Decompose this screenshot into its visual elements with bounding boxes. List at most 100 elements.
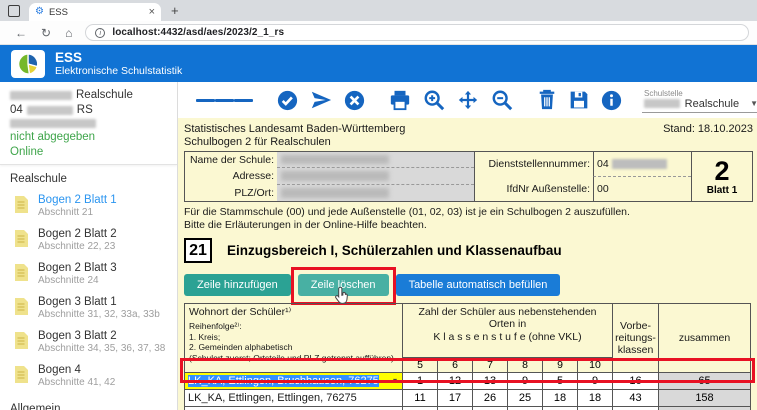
tab-close-icon[interactable]: ×: [149, 6, 155, 18]
value-cell[interactable]: 43: [613, 390, 659, 407]
value-cell[interactable]: 4: [438, 407, 473, 410]
schulstelle-select[interactable]: Schulstelle Realschule ▼: [642, 88, 757, 113]
school-info-panel: Realschule 04RS nicht abgegeben Online: [0, 82, 177, 165]
reload-icon[interactable]: ↻: [41, 26, 51, 40]
ort-cell-selected[interactable]: LK_KA, Ettlingen, Bruchhausen, 76275▾: [185, 373, 403, 390]
value-cell[interactable]: 25: [508, 390, 543, 407]
document-icon: [14, 298, 28, 315]
address-field[interactable]: [277, 168, 474, 184]
ifdnr-field[interactable]: 00: [593, 177, 691, 202]
dienststellennummer-field[interactable]: 04: [593, 152, 691, 177]
grade-col-7: 7: [473, 358, 508, 373]
value-cell[interactable]: 16: [613, 373, 659, 390]
sidebar-section-realschule: Realschule: [0, 165, 177, 191]
document-icon: [14, 196, 28, 213]
sidebar-item-bogen-2-blatt-1[interactable]: Bogen 2 Blatt 1Abschnitt 21: [0, 191, 177, 225]
cancel-icon[interactable]: [344, 90, 365, 111]
zoom-out-icon[interactable]: [491, 89, 513, 111]
agency-line1: Statistisches Landesamt Baden-Württember…: [184, 123, 405, 136]
value-cell[interactable]: 9: [578, 373, 613, 390]
vkl-line: Vorbe-: [615, 320, 656, 332]
browser-tab[interactable]: ⚙ ESS ×: [29, 3, 161, 21]
order-line: Reihenfolge²⁾:: [189, 322, 398, 332]
redacted-schulstelle: [644, 99, 680, 108]
sidebar-section-allgemein: Allgemein: [0, 395, 177, 410]
value-cell[interactable]: 17: [438, 390, 473, 407]
value-cell[interactable]: 18: [578, 390, 613, 407]
value-cell[interactable]: 11: [403, 390, 438, 407]
sidebar-item-bogen-3-blatt-2[interactable]: Bogen 3 Blatt 2Abschnitte 34, 35, 36, 37…: [0, 327, 177, 361]
tab-actions-icon[interactable]: [8, 5, 20, 17]
dienststellennummer-label: Dienststellennummer:: [475, 158, 593, 170]
info-icon[interactable]: [601, 90, 622, 111]
sum-cell: 29: [659, 407, 751, 410]
grade-col-8: 8: [508, 358, 543, 373]
value-cell[interactable]: 2: [543, 407, 578, 410]
move-icon[interactable]: [457, 89, 479, 111]
ort-cell[interactable]: LK_KA, Ettlingen, Ettlingen, 76275: [185, 390, 403, 407]
back-icon[interactable]: ←: [15, 26, 27, 40]
chevron-down-icon: ▼: [750, 99, 757, 108]
value-cell[interactable]: 1: [403, 373, 438, 390]
table-row: LK_KA, Ettlingen, Bruchhausen, 76275▾ 1 …: [185, 373, 751, 390]
delete-row-button[interactable]: Zeile löschen: [298, 274, 389, 296]
school-name-label: Name der Schule:: [185, 154, 277, 166]
browser-tab-strip: ⚙ ESS × +: [0, 0, 757, 21]
school-name-field[interactable]: [277, 152, 474, 168]
nav-subtitle: Abschnitte 34, 35, 36, 37, 38: [38, 343, 165, 355]
home-icon[interactable]: ⌂: [65, 26, 72, 40]
value-cell[interactable]: 9: [508, 373, 543, 390]
tab-title: ESS: [49, 7, 149, 18]
autofill-table-button[interactable]: Tabelle automatisch befüllen: [396, 274, 561, 296]
zoom-in-icon[interactable]: [423, 89, 445, 111]
delete-icon[interactable]: [537, 89, 557, 111]
plz-field[interactable]: [277, 185, 474, 201]
value-cell[interactable]: 4: [403, 407, 438, 410]
save-icon[interactable]: [569, 90, 589, 110]
wohnort-header: Wohnort der Schüler¹⁾ Reihenfolge²⁾: 1. …: [185, 304, 403, 373]
value-cell[interactable]: 12: [438, 373, 473, 390]
nav-subtitle: Abschnitt 21: [38, 207, 117, 219]
new-tab-button[interactable]: +: [171, 3, 179, 18]
value-cell[interactable]: 8: [613, 407, 659, 410]
nav-subtitle: Abschnitte 24: [38, 275, 117, 287]
browser-address-bar: ← ↻ ⌂ i localhost:4432/asd/aes/2023/2_1_…: [0, 21, 757, 45]
value-cell[interactable]: 4: [473, 407, 508, 410]
value-cell[interactable]: 3: [578, 407, 613, 410]
schulstelle-value: Realschule: [685, 98, 739, 110]
send-icon[interactable]: [310, 89, 332, 111]
value-cell[interactable]: 18: [543, 390, 578, 407]
ort-cell[interactable]: LK_KA, Ettlingen, Ettlingenweier, 76275: [185, 407, 403, 410]
vorbereitungsklassen-header: Vorbe- reitungs- klassen: [613, 304, 659, 373]
document-icon: [14, 366, 28, 383]
sidebar-item-bogen-4[interactable]: Bogen 4Abschnitte 41, 42: [0, 361, 177, 395]
sidebar-item-bogen-2-blatt-3[interactable]: Bogen 2 Blatt 3Abschnitte 24: [0, 259, 177, 293]
value-cell[interactable]: 26: [473, 390, 508, 407]
favicon-gear-icon: ⚙: [35, 7, 44, 17]
stand-date: Stand: 18.10.2023: [663, 123, 753, 148]
section-title: Einzugsbereich I, Schülerzahlen und Klas…: [227, 243, 562, 258]
site-info-icon[interactable]: i: [95, 28, 105, 38]
dropdown-caret-icon[interactable]: ▾: [393, 376, 397, 385]
menu-icon[interactable]: [196, 96, 253, 105]
value-cell[interactable]: 5: [543, 373, 578, 390]
nav-title: Bogen 4: [38, 364, 115, 377]
print-icon[interactable]: [389, 89, 411, 111]
add-row-button[interactable]: Zeile hinzufügen: [184, 274, 291, 296]
value-cell[interactable]: 4: [508, 407, 543, 410]
sidebar-item-bogen-2-blatt-2[interactable]: Bogen 2 Blatt 2Abschnitte 22, 23: [0, 225, 177, 259]
value-cell[interactable]: 13: [473, 373, 508, 390]
ifdnr-value: 00: [597, 183, 609, 195]
url-field[interactable]: i localhost:4432/asd/aes/2023/2_1_rs: [85, 24, 749, 41]
confirm-icon[interactable]: [277, 90, 298, 111]
nav-title: Bogen 2 Blatt 3: [38, 262, 117, 275]
klassenstufe-header-line1: Zahl der Schüler aus nebenstehenden Orte…: [405, 306, 610, 330]
redacted-value: [612, 159, 667, 169]
toolbar: Schulstelle Realschule ▼: [178, 82, 757, 118]
klassenstufe-header-line2: K l a s s e n s t u f e (ohne VKL): [405, 331, 610, 343]
schulstelle-label: Schulstelle: [644, 89, 757, 98]
statistics-table-wrap: Wohnort der Schüler¹⁾ Reihenfolge²⁾: 1. …: [184, 303, 751, 410]
sidebar-item-bogen-3-blatt-1[interactable]: Bogen 3 Blatt 1Abschnitte 31, 32, 33a, 3…: [0, 293, 177, 327]
redacted-value: [281, 155, 389, 164]
app-subtitle: Elektronische Schulstatistik: [55, 65, 182, 77]
